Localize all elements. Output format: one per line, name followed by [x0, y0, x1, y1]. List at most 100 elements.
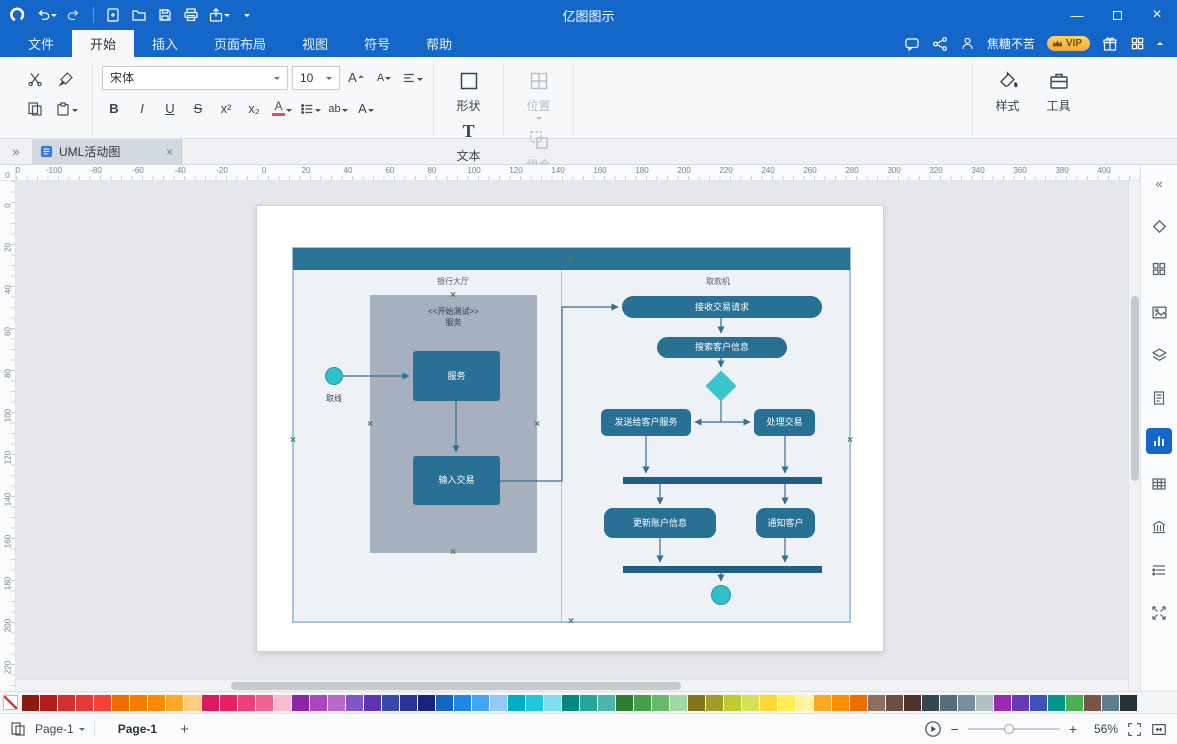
symbol-library-button[interactable] — [1146, 256, 1172, 282]
color-swatch[interactable] — [1012, 695, 1029, 711]
increase-font-button[interactable]: A — [344, 66, 368, 89]
color-swatch[interactable] — [958, 695, 975, 711]
font-color-button[interactable]: A — [270, 97, 294, 120]
horizontal-scrollbar[interactable] — [16, 679, 1128, 691]
text-style-button[interactable]: A — [354, 97, 378, 120]
no-fill-swatch[interactable] — [3, 695, 18, 710]
image-panel-button[interactable] — [1146, 299, 1172, 325]
fullscreen-button[interactable] — [1127, 722, 1142, 737]
font-family-select[interactable]: 宋体 — [102, 66, 288, 90]
collapse-ribbon-icon[interactable] — [1157, 39, 1163, 45]
new-document-button[interactable] — [101, 2, 125, 28]
vip-badge[interactable]: VIP — [1047, 36, 1090, 51]
page-select-dropdown[interactable]: Page-1 — [35, 722, 85, 736]
menu-page-layout[interactable]: 页面布局 — [196, 30, 284, 57]
color-swatch[interactable] — [346, 695, 363, 711]
color-swatch[interactable] — [382, 695, 399, 711]
export-caret-icon[interactable] — [224, 14, 230, 20]
paste-caret-icon[interactable] — [72, 109, 78, 115]
share-icon[interactable] — [932, 36, 948, 52]
color-swatch[interactable] — [580, 695, 597, 711]
uml-activity-diagram[interactable]: 银行大厅 取款机 <<开始测试>> 服务 — [293, 248, 850, 622]
page-sheet[interactable]: 银行大厅 取款机 <<开始测试>> 服务 — [256, 205, 884, 652]
tab-expander-button[interactable]: » — [0, 139, 32, 164]
color-swatch[interactable] — [58, 695, 75, 711]
bold-button[interactable]: B — [102, 97, 126, 120]
activity-search-customer[interactable]: 搜索客户信息 — [657, 337, 787, 358]
business-panel-button[interactable] — [1146, 514, 1172, 540]
color-swatch[interactable] — [796, 695, 813, 711]
superscript-button[interactable]: x² — [214, 97, 238, 120]
cut-button[interactable] — [23, 68, 47, 91]
shapes-panel-button[interactable] — [1146, 213, 1172, 239]
add-page-button[interactable]: + — [180, 721, 189, 738]
style-button[interactable]: 样式 — [982, 64, 1033, 135]
color-swatch[interactable] — [814, 695, 831, 711]
color-swatch[interactable] — [1120, 695, 1137, 711]
color-swatch[interactable] — [886, 695, 903, 711]
gift-icon[interactable] — [1102, 36, 1118, 52]
color-swatch[interactable] — [634, 695, 651, 711]
page-tab[interactable]: Page-1 — [104, 722, 171, 736]
close-button[interactable]: × — [1137, 0, 1177, 30]
color-swatch[interactable] — [418, 695, 435, 711]
strikethrough-button[interactable]: S — [186, 97, 210, 120]
color-swatch[interactable] — [742, 695, 759, 711]
color-swatch[interactable] — [22, 695, 39, 711]
selection-handle[interactable]: × — [290, 436, 296, 446]
decrease-font-button[interactable]: A — [372, 66, 396, 89]
paste-button[interactable] — [54, 98, 78, 121]
zoom-in-button[interactable]: + — [1069, 721, 1077, 737]
color-swatch[interactable] — [130, 695, 147, 711]
color-swatch[interactable] — [400, 695, 417, 711]
menu-home[interactable]: 开始 — [72, 30, 134, 57]
activity-partition[interactable] — [370, 295, 537, 553]
color-swatch[interactable] — [724, 695, 741, 711]
color-swatch[interactable] — [922, 695, 939, 711]
color-swatch[interactable] — [76, 695, 93, 711]
activity-receive-request[interactable]: 接收交易请求 — [622, 296, 822, 318]
color-swatch[interactable] — [508, 695, 525, 711]
table-panel-button[interactable] — [1146, 471, 1172, 497]
undo-caret-icon[interactable] — [51, 14, 57, 20]
color-swatch[interactable] — [220, 695, 237, 711]
expand-workspace-button[interactable] — [1146, 600, 1172, 626]
activity-send-to-service[interactable]: 发送给客户服务 — [601, 409, 691, 436]
color-swatch[interactable] — [436, 695, 453, 711]
color-swatch[interactable] — [940, 695, 957, 711]
save-button[interactable] — [153, 2, 177, 28]
menu-help[interactable]: 帮助 — [408, 30, 470, 57]
menu-view[interactable]: 视图 — [284, 30, 346, 57]
color-swatch[interactable] — [1084, 695, 1101, 711]
document-tab[interactable]: UML活动图 × — [32, 139, 182, 164]
list-button[interactable] — [298, 97, 322, 120]
color-swatch[interactable] — [202, 695, 219, 711]
format-painter-button[interactable] — [54, 68, 78, 91]
user-avatar-icon[interactable] — [960, 36, 975, 51]
activity-input-transaction[interactable]: 输入交易 — [413, 456, 500, 505]
menu-insert[interactable]: 插入 — [134, 30, 196, 57]
subscript-button[interactable]: x₂ — [242, 97, 266, 120]
uml-final-node[interactable] — [711, 585, 731, 605]
selection-handle[interactable]: × — [847, 436, 853, 446]
color-swatch[interactable] — [184, 695, 201, 711]
lane-label-right[interactable]: 取款机 — [673, 276, 763, 287]
selection-handle[interactable]: × — [568, 255, 574, 265]
color-swatch[interactable] — [562, 695, 579, 711]
selection-handle[interactable]: × — [534, 420, 540, 430]
color-swatch[interactable] — [292, 695, 309, 711]
color-swatch[interactable] — [148, 695, 165, 711]
underline-button[interactable]: U — [158, 97, 182, 120]
text-tool-button[interactable]: T 文本 — [443, 114, 494, 164]
print-button[interactable] — [179, 2, 203, 28]
color-swatch[interactable] — [652, 695, 669, 711]
align-text-button[interactable] — [400, 66, 424, 89]
tab-close-button[interactable]: × — [166, 145, 173, 159]
color-swatch[interactable] — [328, 695, 345, 711]
color-swatch[interactable] — [364, 695, 381, 711]
menu-symbols[interactable]: 符号 — [346, 30, 408, 57]
collapse-panel-button[interactable]: « — [1146, 170, 1172, 196]
undo-button[interactable] — [32, 2, 60, 28]
font-size-select[interactable]: 10 — [292, 66, 340, 90]
selection-handle[interactable]: × — [450, 291, 456, 301]
